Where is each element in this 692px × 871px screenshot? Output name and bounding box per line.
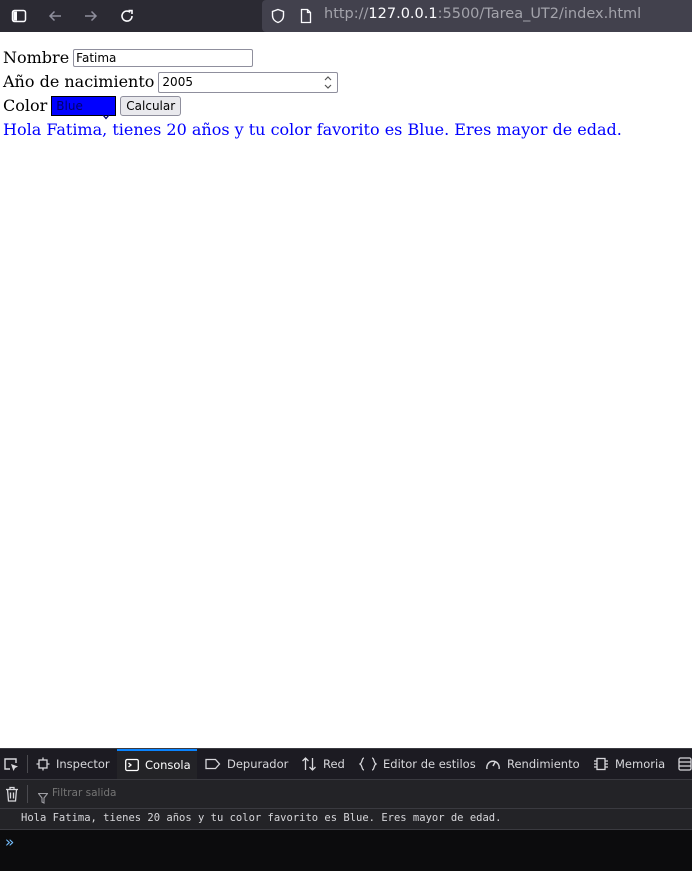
chevron-down-icon (102, 103, 110, 120)
filter-input[interactable] (52, 787, 252, 799)
devtools-tabs: Inspector Consola Depurador Red Editor d… (0, 749, 692, 780)
inspector-icon (36, 757, 50, 771)
element-picker-icon[interactable] (3, 749, 25, 779)
filter-separator (27, 785, 28, 803)
tab-depurador[interactable]: Depurador (205, 749, 288, 779)
console-input[interactable]: » (0, 830, 692, 871)
anio-number-input[interactable]: 2005 (158, 71, 339, 93)
url-text[interactable]: http://127.0.0.1:5500/Tarea_UT2/index.ht… (324, 6, 641, 22)
back-icon[interactable] (43, 4, 67, 28)
spinner-icon[interactable] (323, 74, 333, 91)
devtools-panel: Inspector Consola Depurador Red Editor d… (0, 748, 692, 871)
console-icon (125, 758, 139, 772)
nombre-row: Nombre (3, 46, 622, 70)
memory-icon (594, 757, 608, 771)
prompt-chevron-icon: » (5, 833, 15, 851)
calcular-button[interactable]: Calcular (120, 96, 182, 116)
browser-toolbar: http://127.0.0.1:5500/Tarea_UT2/index.ht… (0, 0, 692, 32)
tab-consola[interactable]: Consola (117, 749, 197, 779)
trash-icon[interactable] (5, 786, 19, 806)
color-row: Color Blue Calcular (3, 94, 622, 120)
tab-rendimiento[interactable]: Rendimiento (485, 749, 580, 779)
anio-label: Año de nacimiento (3, 72, 155, 91)
tab-separator (27, 755, 28, 773)
console-log-line: Hola Fatima, tienes 20 años y tu color f… (0, 809, 692, 830)
color-select[interactable]: Blue (51, 96, 117, 120)
filter-icon (37, 789, 49, 808)
shield-icon[interactable] (270, 8, 286, 24)
network-icon (302, 757, 316, 771)
console-filter-bar (0, 780, 692, 809)
forward-icon[interactable] (79, 4, 103, 28)
page-icon[interactable] (298, 8, 314, 24)
performance-icon (486, 760, 500, 770)
nombre-label: Nombre (3, 48, 70, 67)
debugger-icon (205, 758, 221, 770)
url-bar[interactable]: http://127.0.0.1:5500/Tarea_UT2/index.ht… (262, 0, 692, 32)
color-select-value: Blue (56, 99, 83, 113)
anio-value: 2005 (162, 74, 193, 89)
tab-editor-estilos[interactable]: Editor de estilos (359, 749, 476, 779)
console-log-text: Hola Fatima, tienes 20 años y tu color f… (21, 812, 502, 824)
style-editor-icon (359, 757, 377, 771)
anio-row: Año de nacimiento 2005 (3, 70, 622, 94)
tab-red[interactable]: Red (301, 749, 345, 779)
color-label: Color (3, 96, 48, 115)
page-content: Nombre Año de nacimiento 2005 Color Blue… (3, 46, 622, 142)
tab-memoria[interactable]: Memoria (593, 749, 665, 779)
reload-icon[interactable] (115, 4, 139, 28)
sidebar-icon[interactable] (7, 4, 31, 28)
storage-icon[interactable] (678, 749, 692, 779)
tab-inspector[interactable]: Inspector (36, 749, 110, 779)
result-text: Hola Fatima, tienes 20 años y tu color f… (3, 120, 622, 139)
nombre-input[interactable] (73, 49, 254, 67)
